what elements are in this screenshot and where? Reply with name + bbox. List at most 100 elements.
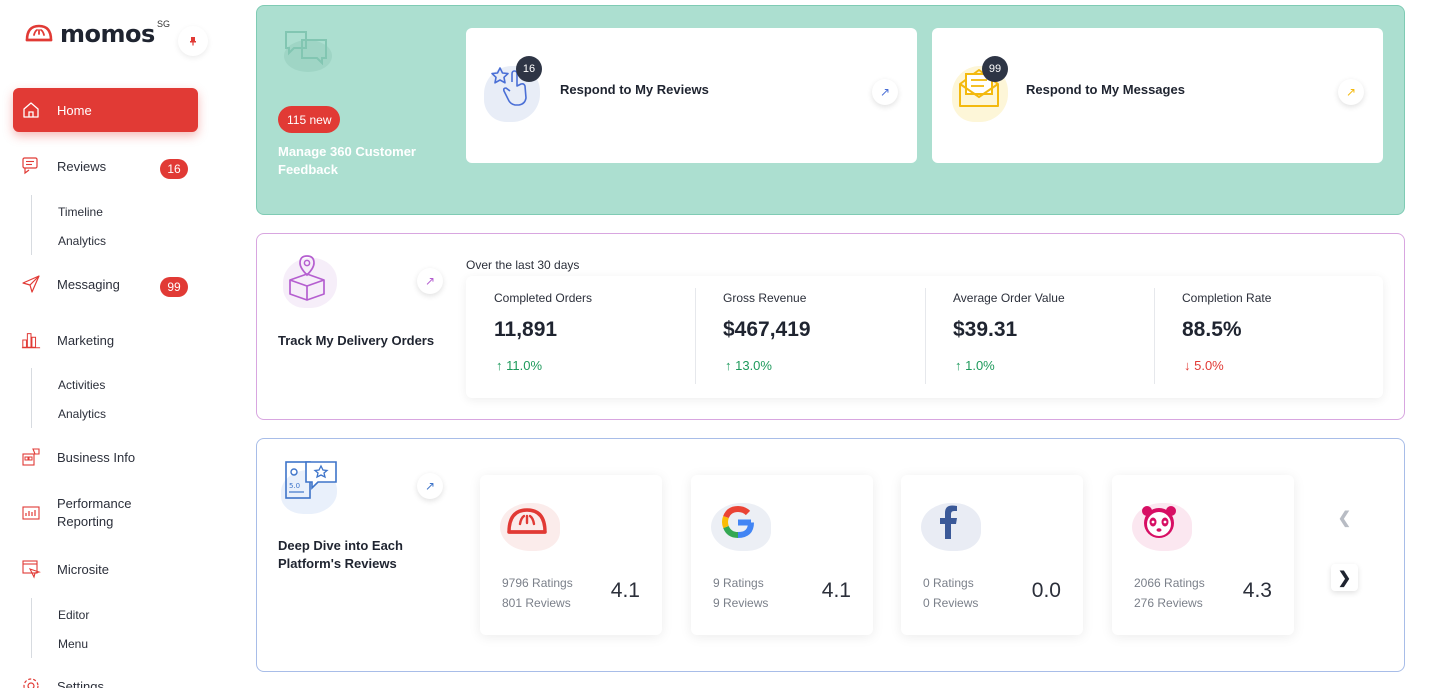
platform-card-facebook[interactable]: 0 Ratings 0 Reviews 0.0 <box>901 475 1083 635</box>
bar-chart-icon <box>21 330 41 350</box>
send-icon <box>21 274 41 294</box>
divider <box>1154 288 1155 384</box>
marketing-submenu: Activities Analytics <box>31 368 106 428</box>
open-delivery-button[interactable]: ↗ <box>417 268 443 294</box>
reviews-submenu: Timeline Analytics <box>31 195 106 255</box>
platform-card-momos[interactable]: 9796 Ratings 801 Reviews 4.1 <box>480 475 662 635</box>
respond-reviews-card[interactable]: 16 Respond to My Reviews ↗ <box>466 28 917 163</box>
stat-gross-revenue: Gross Revenue $467,419 ↑ 13.0% <box>695 276 924 398</box>
gear-icon <box>21 676 41 688</box>
sidebar-item-label: Messaging <box>57 276 120 292</box>
sidebar-item-label: Business Info <box>57 449 136 465</box>
delivery-period-label: Over the last 30 days <box>466 258 580 272</box>
sidebar-item-marketing[interactable]: Marketing <box>13 318 198 362</box>
pin-sidebar-button[interactable] <box>178 26 208 56</box>
foodpanda-icon <box>1134 497 1184 547</box>
momos-icon <box>502 497 552 547</box>
logo[interactable]: momos SG <box>24 19 170 48</box>
brand-name: momos <box>60 20 155 48</box>
arrow-up-right-icon: ↗ <box>424 479 436 493</box>
location-box-icon <box>289 255 325 301</box>
respond-reviews-label: Respond to My Reviews <box>560 82 709 97</box>
open-messages-button[interactable]: ↗ <box>1338 79 1364 105</box>
feedback-title: Manage 360 Customer Feedback <box>278 144 416 177</box>
average-score: 4.3 <box>1242 579 1272 602</box>
ratings-count: 0 Ratings <box>923 576 974 590</box>
sidebar-item-performance-reporting[interactable]: Performance Reporting <box>13 491 198 535</box>
average-score: 4.1 <box>610 579 640 602</box>
delivery-stats-card: Completed Orders 11,891 ↑ 11.0% Gross Re… <box>466 276 1383 398</box>
google-icon <box>713 497 763 547</box>
messaging-count-badge: 99 <box>160 277 188 297</box>
momos-logo-icon <box>25 24 53 42</box>
average-score: 4.1 <box>821 579 851 602</box>
sidebar-item-label: Performance Reporting <box>57 496 132 529</box>
microsite-submenu: Editor Menu <box>31 598 89 658</box>
sidebar-item-microsite[interactable]: Microsite <box>13 547 198 591</box>
sidebar-subitem-timeline[interactable]: Timeline <box>58 205 103 219</box>
stat-label: Gross Revenue <box>723 291 807 305</box>
divider <box>925 288 926 384</box>
reviews-pending-badge: 16 <box>516 56 542 82</box>
sidebar-item-label: Marketing <box>57 332 115 348</box>
stat-completed-orders: Completed Orders 11,891 ↑ 11.0% <box>466 276 695 398</box>
platform-card-google[interactable]: 9 Ratings 9 Reviews 4.1 <box>691 475 873 635</box>
divider <box>695 288 696 384</box>
sidebar-item-label: Microsite <box>57 561 110 577</box>
reviews-count: 0 Reviews <box>923 596 979 610</box>
sidebar-item-settings[interactable]: Settings <box>13 664 198 688</box>
report-icon <box>21 503 41 523</box>
ratings-count: 9796 Ratings <box>502 576 573 590</box>
stat-value: 88.5% <box>1182 318 1242 341</box>
sidebar-item-label: Home <box>57 102 92 118</box>
stat-label: Average Order Value <box>953 291 1065 305</box>
stat-label: Completion Rate <box>1182 291 1272 305</box>
stat-change: ↓ 5.0% <box>1184 358 1224 373</box>
stat-average-order-value: Average Order Value $39.31 ↑ 1.0% <box>925 276 1154 398</box>
pin-icon <box>190 37 196 46</box>
arrow-up-right-icon: ↗ <box>879 85 891 99</box>
facebook-icon <box>923 497 973 547</box>
stat-change: ↑ 13.0% <box>725 358 772 373</box>
business-info-icon <box>21 447 41 467</box>
ratings-count: 2066 Ratings <box>1134 576 1205 590</box>
sidebar-subitem-editor[interactable]: Editor <box>58 608 89 622</box>
svg-text:5.0: 5.0 <box>289 482 300 490</box>
open-reviews-button[interactable]: ↗ <box>872 79 898 105</box>
chevron-left-icon: ❮ <box>1337 509 1352 527</box>
platform-card-foodpanda[interactable]: 2066 Ratings 276 Reviews 4.3 <box>1112 475 1294 635</box>
sidebar-item-business-info[interactable]: Business Info <box>13 435 198 479</box>
respond-messages-card[interactable]: 99 Respond to My Messages ↗ <box>932 28 1383 163</box>
open-platforms-button[interactable]: ↗ <box>417 473 443 499</box>
stat-value: $467,419 <box>723 318 811 341</box>
ratings-count: 9 Ratings <box>713 576 764 590</box>
sidebar-subitem-menu[interactable]: Menu <box>58 637 88 651</box>
reviews-count: 9 Reviews <box>713 596 769 610</box>
messages-pending-badge: 99 <box>982 56 1008 82</box>
delivery-title: Track My Delivery Orders <box>278 333 435 348</box>
stat-change: ↑ 11.0% <box>496 358 543 373</box>
rating-card-icon: 5.0 <box>285 461 337 499</box>
scroll-left-button[interactable]: ❮ <box>1331 504 1358 531</box>
chevron-right-icon: ❯ <box>1337 569 1352 587</box>
stat-label: Completed Orders <box>494 291 593 305</box>
sidebar-subitem-activities[interactable]: Activities <box>58 378 105 392</box>
platforms-title: Deep Dive into Each Platform's Reviews <box>278 538 403 571</box>
home-icon <box>21 100 41 120</box>
respond-messages-label: Respond to My Messages <box>1026 82 1185 97</box>
sidebar-item-reviews[interactable]: Reviews 16 <box>13 144 198 188</box>
reviews-count-badge: 16 <box>160 159 188 179</box>
stat-value: $39.31 <box>953 318 1018 341</box>
sidebar-item-label: Settings <box>57 678 104 688</box>
average-score: 0.0 <box>1031 579 1061 602</box>
stat-value: 11,891 <box>494 318 558 341</box>
sidebar-subitem-marketing-analytics[interactable]: Analytics <box>58 407 106 421</box>
app-root: momos SG Home Reviews 16 Timeline Analyt… <box>0 0 1440 688</box>
region-label: SG <box>157 19 171 29</box>
sidebar-subitem-review-analytics[interactable]: Analytics <box>58 234 106 248</box>
scroll-right-button[interactable]: ❯ <box>1331 564 1358 591</box>
sidebar: momos SG Home Reviews 16 Timeline Analyt… <box>0 0 230 688</box>
sidebar-item-home[interactable]: Home <box>13 88 198 132</box>
arrow-up-right-icon: ↗ <box>424 274 436 288</box>
sidebar-item-messaging[interactable]: Messaging 99 <box>13 262 198 306</box>
